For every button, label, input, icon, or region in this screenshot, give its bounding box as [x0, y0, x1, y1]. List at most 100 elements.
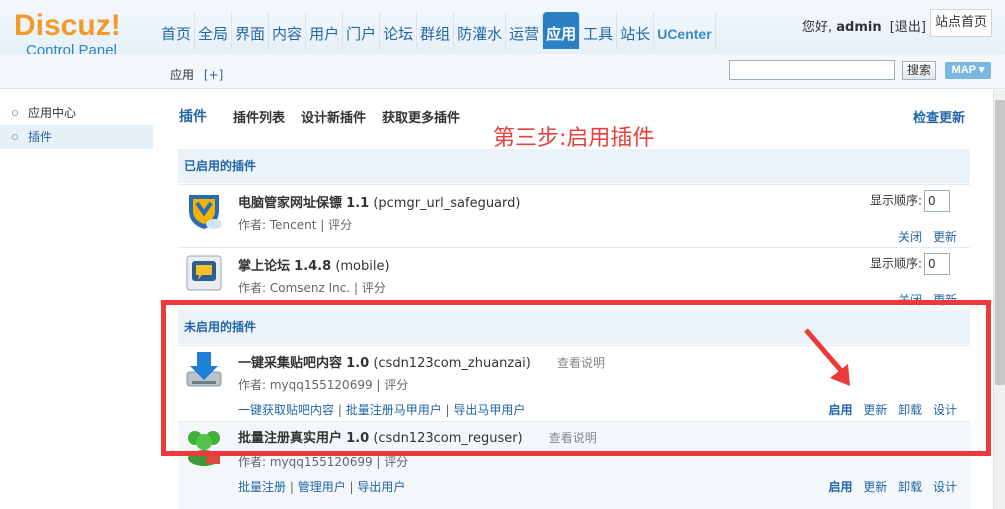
logo-brand: Discuz!: [14, 9, 121, 42]
display-order-label: 显示顺序:: [870, 193, 923, 208]
tab-design-plugin[interactable]: 设计新插件: [301, 107, 366, 126]
plugin-row: 批量注册真实用户 1.0 (csdn123com_reguser) 查看说明 作…: [178, 421, 970, 509]
breadcrumb: 应用 [+]: [170, 66, 223, 83]
users-icon: [188, 431, 220, 466]
plugin-link[interactable]: 批量注册马甲用户: [346, 403, 442, 417]
uninstall-link[interactable]: 卸载: [898, 480, 922, 494]
plugin-title: 一键采集贴吧内容 1.0 (csdn123com_zhuanzai) 查看说明: [238, 352, 605, 371]
plugin-author: 作者: Tencent | 评分: [238, 216, 352, 233]
nav-portal[interactable]: 门户: [343, 12, 381, 49]
top-nav: 首页 全局 界面 内容 用户 门户 论坛 群组 防灌水 运营 应用 工具 站长 …: [158, 12, 716, 49]
plugin-id: (pcmgr_url_safeguard): [373, 196, 521, 211]
nav-global[interactable]: 全局: [195, 12, 233, 49]
plugin-link[interactable]: 批量注册: [238, 480, 286, 494]
sidebar-item-label: 应用中心: [28, 106, 77, 120]
logout-link[interactable]: [退出]: [890, 20, 926, 35]
nav-antispam[interactable]: 防灌水: [454, 12, 507, 49]
plugin-author: 作者: myqq155120699 | 评分: [238, 453, 408, 470]
greeting: 您好,: [802, 20, 833, 35]
update-link[interactable]: 更新: [933, 293, 957, 307]
plugin-name: 电脑管家网址保镖: [238, 196, 343, 211]
search-input[interactable]: [729, 60, 895, 80]
sidebar-item-plugins[interactable]: 插件: [0, 125, 153, 149]
update-link[interactable]: 更新: [863, 403, 887, 417]
plugin-author-text: 作者: Comsenz Inc. |: [238, 281, 362, 295]
plugin-version: 1.1: [346, 196, 370, 211]
plugin-id: (csdn123com_reguser): [373, 431, 523, 446]
plugin-version: 1.4.8: [294, 259, 332, 274]
close-link[interactable]: 关闭: [898, 230, 922, 244]
sidebar-item-label: 插件: [28, 130, 53, 144]
plugin-author-text: 作者: Tencent |: [238, 218, 329, 232]
close-link[interactable]: 关闭: [898, 293, 922, 307]
uninstall-link[interactable]: 卸载: [898, 403, 922, 417]
nav-tools[interactable]: 工具: [580, 12, 618, 49]
nav-apps[interactable]: 应用: [543, 12, 581, 49]
plugin-id: (mobile): [335, 259, 390, 274]
enable-link[interactable]: 启用: [828, 480, 852, 494]
scrollbar-thumb[interactable]: [995, 100, 1005, 385]
plugin-row: 掌上论坛 1.4.8 (mobile) 作者: Comsenz Inc. | 评…: [178, 247, 970, 309]
rate-link[interactable]: 评分: [384, 378, 408, 392]
rate-link[interactable]: 评分: [384, 455, 408, 469]
header: Discuz! Control Panel 首页 全局 界面 内容 用户 门户 …: [0, 0, 1005, 59]
plugin-actions: 启用 更新 卸载 设计: [821, 478, 957, 495]
design-link[interactable]: 设计: [933, 403, 957, 417]
plugin-author: 作者: Comsenz Inc. | 评分: [238, 279, 386, 296]
nav-ucenter[interactable]: UCenter: [654, 12, 716, 49]
design-link[interactable]: 设计: [933, 480, 957, 494]
enable-link[interactable]: 启用: [828, 403, 852, 417]
rate-link[interactable]: 评分: [362, 281, 386, 295]
plugin-author-text: 作者: myqq155120699 |: [238, 455, 385, 469]
bullet-icon: [12, 134, 18, 140]
readme-link[interactable]: 查看说明: [549, 431, 597, 445]
nav-operation[interactable]: 运营: [506, 12, 544, 49]
breadcrumb-current: 应用: [170, 68, 195, 82]
username: admin: [836, 20, 882, 35]
display-order: 显示顺序: 0: [870, 190, 951, 212]
tab-plugin-list[interactable]: 插件列表: [233, 107, 285, 126]
nav-webmaster[interactable]: 站长: [617, 12, 655, 49]
nav-content[interactable]: 内容: [269, 12, 307, 49]
display-order-input[interactable]: 0: [924, 190, 951, 212]
plugin-author: 作者: myqq155120699 | 评分: [238, 376, 408, 393]
nav-home[interactable]: 首页: [158, 12, 196, 49]
check-update-link[interactable]: 检查更新: [913, 107, 965, 126]
display-order-label: 显示顺序:: [870, 256, 923, 271]
plugin-link[interactable]: 导出用户: [357, 480, 405, 494]
plugin-version: 1.0: [346, 431, 370, 446]
readme-link[interactable]: 查看说明: [557, 356, 605, 370]
plugin-links: 一键获取贴吧内容 | 批量注册马甲用户 | 导出马甲用户: [238, 403, 526, 417]
sidebar-item-app-center[interactable]: 应用中心: [0, 101, 153, 125]
plugin-link[interactable]: 管理用户: [298, 480, 346, 494]
mobile-forum-icon: [186, 255, 222, 291]
tab-get-more-plugins[interactable]: 获取更多插件: [382, 107, 460, 126]
plugin-links: 批量注册 | 管理用户 | 导出用户: [238, 480, 406, 494]
plugin-actions: 关闭 更新: [891, 291, 957, 308]
site-home-button[interactable]: 站点首页: [930, 9, 992, 37]
main-panel: 插件 插件列表 设计新插件 获取更多插件 检查更新 第三步:启用插件 已启用的插…: [157, 90, 993, 509]
display-order-input[interactable]: 0: [924, 253, 951, 275]
update-link[interactable]: 更新: [863, 480, 887, 494]
plugin-actions: 关闭 更新: [891, 228, 957, 245]
update-link[interactable]: 更新: [933, 230, 957, 244]
search-button[interactable]: 搜索: [902, 61, 936, 80]
sidebar: 应用中心 插件: [0, 54, 157, 509]
add-shortcut-link[interactable]: [+]: [204, 68, 223, 82]
plugin-title: 批量注册真实用户 1.0 (csdn123com_reguser) 查看说明: [238, 427, 597, 446]
welcome-text: 您好, admin [退出]: [802, 16, 926, 35]
vertical-scrollbar[interactable]: [993, 90, 1005, 509]
rate-link[interactable]: 评分: [328, 218, 352, 232]
disabled-plugins-header: 未启用的插件: [178, 310, 970, 344]
plugin-tabs: 插件 插件列表 设计新插件 获取更多插件: [179, 106, 476, 126]
nav-users[interactable]: 用户: [306, 12, 344, 49]
nav-forum[interactable]: 论坛: [380, 12, 418, 49]
tab-plugins[interactable]: 插件: [179, 106, 207, 126]
nav-interface[interactable]: 界面: [232, 12, 270, 49]
plugin-link[interactable]: 一键获取贴吧内容: [238, 403, 334, 417]
sub-toolbar: 应用 [+] 搜索 MAP ▾: [157, 54, 1005, 89]
plugin-name: 掌上论坛: [238, 259, 291, 274]
plugin-link[interactable]: 导出马甲用户: [453, 403, 525, 417]
nav-groups[interactable]: 群组: [417, 12, 455, 49]
map-button[interactable]: MAP ▾: [945, 62, 991, 79]
